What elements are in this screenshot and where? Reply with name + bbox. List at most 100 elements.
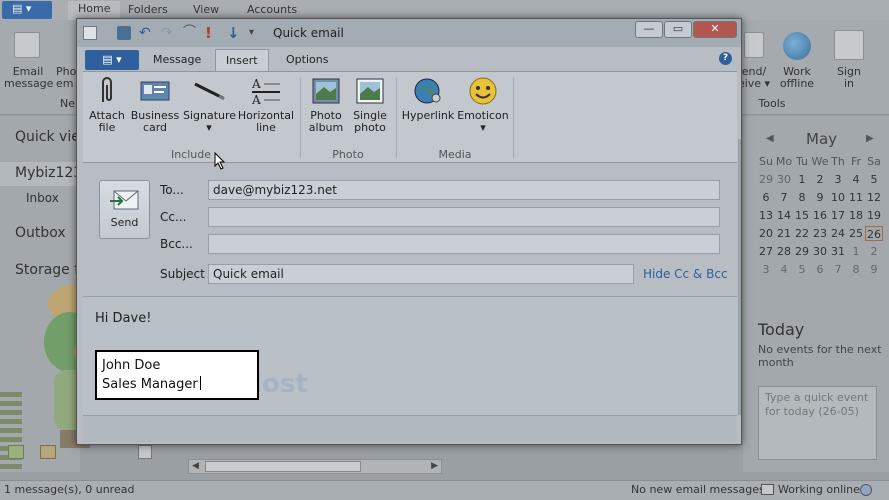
signature-button[interactable]: Signature ▾ bbox=[183, 76, 236, 134]
send-button[interactable]: Send bbox=[99, 180, 150, 239]
app-menu-button[interactable] bbox=[2, 1, 52, 19]
save-icon[interactable] bbox=[117, 26, 131, 40]
help-icon[interactable]: ? bbox=[719, 52, 732, 65]
calendar-day[interactable]: 3 bbox=[829, 172, 847, 187]
quick-views-header[interactable]: Quick vie bbox=[15, 129, 80, 145]
calendar-day[interactable]: 8 bbox=[847, 262, 865, 277]
calendar-next-icon[interactable]: ▶ bbox=[866, 133, 874, 144]
calendar-day[interactable]: 16 bbox=[811, 208, 829, 223]
undo-icon[interactable]: ↶ bbox=[139, 26, 153, 40]
bg-tab-accounts[interactable]: Accounts bbox=[247, 3, 297, 16]
single-photo-button[interactable]: Single photo bbox=[349, 76, 391, 134]
calendar-day[interactable]: 9 bbox=[811, 190, 829, 205]
tab-message[interactable]: Message bbox=[153, 53, 201, 66]
calendar-day[interactable]: 1 bbox=[793, 172, 811, 187]
calendar-day[interactable]: 20 bbox=[757, 226, 775, 241]
calendar-day[interactable]: 28 bbox=[775, 244, 793, 259]
bcc-label[interactable]: Bcc... bbox=[160, 237, 193, 251]
calendar-day[interactable]: 25 bbox=[847, 226, 865, 241]
new-photo-email-button[interactable]: Pho em bbox=[56, 66, 76, 90]
calendar-day[interactable]: 15 bbox=[793, 208, 811, 223]
scroll-left-arrow-icon[interactable]: ◀ bbox=[192, 461, 199, 471]
calendar-day[interactable]: 4 bbox=[775, 262, 793, 277]
calendar-day[interactable]: 29 bbox=[793, 244, 811, 259]
scroll-thumb[interactable] bbox=[205, 461, 361, 472]
inbox-folder[interactable]: Inbox bbox=[26, 191, 59, 205]
calendar-day[interactable]: 8 bbox=[793, 190, 811, 205]
calendar-day[interactable]: 27 bbox=[757, 244, 775, 259]
mail-nav-icon[interactable] bbox=[8, 445, 24, 459]
business-card-button[interactable]: Business card bbox=[129, 76, 181, 134]
emoticon-button[interactable]: Emoticon ▾ bbox=[457, 76, 509, 134]
calendar-day[interactable]: 29 bbox=[757, 172, 775, 187]
maximize-button[interactable]: ▭ bbox=[664, 21, 692, 38]
redo-icon[interactable]: ↷ bbox=[161, 26, 175, 40]
calendar-day[interactable]: 22 bbox=[793, 226, 811, 241]
calendar-day[interactable]: 1 bbox=[847, 244, 865, 259]
calendar-day[interactable]: 23 bbox=[811, 226, 829, 241]
to-field[interactable]: dave@mybiz123.net bbox=[208, 180, 720, 200]
calendar-day[interactable]: 12 bbox=[865, 190, 883, 205]
calendar-day[interactable]: 24 bbox=[829, 226, 847, 241]
attach-file-button[interactable]: Attach file bbox=[87, 76, 127, 134]
minimize-button[interactable]: — bbox=[635, 21, 663, 38]
horizontal-line-button[interactable]: AA Horizontal line bbox=[237, 76, 295, 134]
quick-event-input[interactable]: Type a quick event for today (26-05) bbox=[758, 386, 877, 460]
calendar-day[interactable]: 30 bbox=[811, 244, 829, 259]
bcc-field[interactable] bbox=[208, 234, 720, 254]
subject-field[interactable]: Quick email bbox=[208, 264, 634, 284]
calendar-day[interactable]: 5 bbox=[865, 172, 883, 187]
calendar-day[interactable]: 9 bbox=[865, 262, 883, 277]
cc-label[interactable]: Cc... bbox=[160, 210, 186, 224]
calendar-day[interactable]: 5 bbox=[793, 262, 811, 277]
attach-quick-icon[interactable]: ⌒ bbox=[183, 26, 197, 40]
calendar-day[interactable]: 10 bbox=[829, 190, 847, 205]
hyperlink-button[interactable]: Hyperlink bbox=[401, 76, 455, 122]
hide-cc-bcc-link[interactable]: Hide Cc & Bcc bbox=[643, 267, 728, 281]
calendar-day[interactable]: 7 bbox=[775, 190, 793, 205]
calendar-day[interactable]: 6 bbox=[757, 190, 775, 205]
calendar-day[interactable]: 19 bbox=[865, 208, 883, 223]
photo-album-button[interactable]: Photo album bbox=[305, 76, 347, 134]
scroll-right-arrow-icon[interactable]: ▶ bbox=[431, 461, 438, 471]
calendar-day[interactable]: 13 bbox=[757, 208, 775, 223]
calendar-day[interactable]: 11 bbox=[847, 190, 865, 205]
calendar-day[interactable]: 21 bbox=[775, 226, 793, 241]
tab-insert[interactable]: Insert bbox=[215, 49, 269, 71]
calendar-day[interactable]: 2 bbox=[811, 172, 829, 187]
low-priority-icon[interactable]: ↓ bbox=[227, 26, 241, 41]
calendar-prev-icon[interactable]: ◀ bbox=[766, 133, 774, 144]
calendar-day[interactable]: 31 bbox=[829, 244, 847, 259]
calendar-day[interactable]: 30 bbox=[775, 172, 793, 187]
tab-options[interactable]: Options bbox=[286, 53, 328, 66]
calendar-day[interactable]: 7 bbox=[829, 262, 847, 277]
horizontal-scrollbar[interactable]: ◀ ▶ bbox=[188, 459, 442, 474]
calendar-day[interactable]: 4 bbox=[847, 172, 865, 187]
storage-folders[interactable]: Storage f bbox=[15, 262, 79, 278]
high-priority-icon[interactable]: ! bbox=[205, 26, 219, 41]
calendar-day[interactable]: 26 bbox=[865, 226, 883, 241]
vertical-scrollbar[interactable] bbox=[738, 139, 741, 415]
calendar-nav-icon[interactable] bbox=[40, 445, 56, 459]
file-menu-button[interactable]: ▤ ▾ bbox=[85, 50, 139, 70]
sign-in-button[interactable]: Sign in bbox=[832, 66, 866, 90]
bg-tab-view[interactable]: View bbox=[193, 3, 219, 16]
envelope-icon bbox=[761, 484, 774, 495]
close-button[interactable]: ✕ bbox=[693, 21, 737, 38]
bg-tab-folders[interactable]: Folders bbox=[128, 3, 168, 16]
calendar-day[interactable]: 6 bbox=[811, 262, 829, 277]
calendar-day[interactable]: 18 bbox=[847, 208, 865, 223]
to-label[interactable]: To... bbox=[160, 183, 184, 197]
signature-block[interactable]: John Doe Sales Manager bbox=[95, 350, 259, 400]
newsgroups-nav-icon[interactable] bbox=[138, 445, 152, 459]
account-mybiz123[interactable]: Mybiz123 bbox=[0, 162, 82, 186]
cc-field[interactable] bbox=[208, 207, 720, 227]
work-offline-button[interactable]: Work offline bbox=[776, 66, 818, 90]
calendar-day[interactable]: 2 bbox=[865, 244, 883, 259]
calendar-day[interactable]: 14 bbox=[775, 208, 793, 223]
calendar-day[interactable]: 3 bbox=[757, 262, 775, 277]
new-email-button[interactable]: Email message bbox=[4, 66, 53, 90]
outbox-folder[interactable]: Outbox bbox=[15, 225, 66, 241]
customize-toolbar-icon[interactable]: ▾ bbox=[249, 26, 263, 40]
calendar-day[interactable]: 17 bbox=[829, 208, 847, 223]
